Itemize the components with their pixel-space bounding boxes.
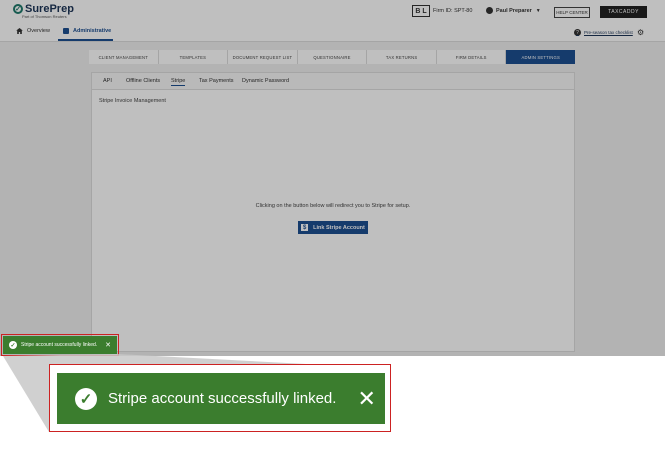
- user-name: Paul Preparer: [496, 7, 532, 14]
- tab-admin-settings[interactable]: ADMIN SETTINGS: [506, 50, 576, 64]
- page-body: CLIENT MANAGEMENT TEMPLATES DOCUMENT REQ…: [0, 42, 665, 356]
- checklist-label: Pre-season tax checklist: [584, 30, 633, 35]
- sub-tab-dynamic-password[interactable]: Dynamic Password: [242, 78, 289, 84]
- tab-questionnaire[interactable]: QUESTIONNAIRE: [297, 50, 368, 64]
- home-icon: [16, 28, 23, 34]
- settings-card: API Offline Clients Stripe Tax Payments …: [91, 72, 575, 352]
- check-circle-logo-icon: ✓: [13, 4, 23, 14]
- dollar-icon: $: [301, 224, 309, 231]
- nav-overview-label: Overview: [27, 28, 50, 34]
- settings-sub-tabs: API Offline Clients Stripe Tax Payments …: [92, 73, 574, 90]
- admin-icon: [63, 28, 69, 34]
- tab-document-request-list[interactable]: DOCUMENT REQUEST LIST: [228, 50, 298, 64]
- logo: ✓ SurePrep: [13, 3, 74, 15]
- active-nav-indicator: [58, 39, 113, 41]
- sub-tab-stripe[interactable]: Stripe: [171, 78, 186, 86]
- tab-client-management[interactable]: CLIENT MANAGEMENT: [89, 50, 159, 64]
- check-circle-icon: ✓: [75, 387, 97, 410]
- main-nav: Overview Administrative ? Pre-season tax…: [0, 25, 665, 42]
- zoomed-toast-message: Stripe account successfully linked.: [108, 390, 337, 407]
- redirect-text: Clicking on the button below will redire…: [255, 203, 411, 209]
- tab-firm-details[interactable]: FIRM DETAILS: [436, 50, 507, 64]
- zoomed-success-toast: ✓ Stripe account successfully linked. ✕: [57, 373, 385, 424]
- brand-sub: Part of Thomson Reuters: [22, 14, 67, 19]
- gear-icon[interactable]: ⚙: [637, 28, 644, 37]
- chevron-down-icon: ▼: [535, 7, 541, 14]
- nav-administrative-label: Administrative: [73, 28, 112, 34]
- sub-tab-api[interactable]: API: [103, 78, 112, 84]
- brand-name: SurePrep: [25, 3, 74, 15]
- pre-season-checklist-link[interactable]: ? Pre-season tax checklist: [574, 29, 633, 36]
- app-screen: ✓ SurePrep Part of Thomson Reuters B L F…: [0, 0, 665, 356]
- sub-tab-offline-clients[interactable]: Offline Clients: [126, 78, 160, 84]
- zoomed-toast-frame: ✓ Stripe account successfully linked. ✕: [49, 364, 391, 432]
- nav-overview[interactable]: Overview: [16, 28, 50, 34]
- sub-tab-tax-payments[interactable]: Tax Payments: [199, 78, 234, 84]
- firm-logo-badge: B L: [412, 5, 430, 17]
- tab-tax-returns[interactable]: TAX RETURNS: [367, 50, 437, 64]
- close-icon[interactable]: ✕: [357, 387, 375, 410]
- header: ✓ SurePrep Part of Thomson Reuters B L F…: [0, 0, 665, 25]
- question-icon: ?: [574, 29, 581, 36]
- help-center-button[interactable]: HELP CENTER: [554, 7, 590, 18]
- admin-tabs: CLIENT MANAGEMENT TEMPLATES DOCUMENT REQ…: [89, 50, 576, 64]
- tab-templates[interactable]: TEMPLATES: [158, 50, 229, 64]
- section-title: Stripe Invoice Management: [99, 98, 166, 104]
- user-menu[interactable]: Paul Preparer ▼: [486, 7, 541, 14]
- link-stripe-account-button[interactable]: $ Link Stripe Account: [298, 221, 368, 234]
- link-stripe-label: Link Stripe Account: [313, 224, 365, 231]
- toast-highlight-frame: [1, 334, 119, 356]
- user-icon: [486, 7, 493, 14]
- nav-administrative[interactable]: Administrative: [63, 28, 111, 34]
- taxcaddy-button[interactable]: TAXCADDY: [600, 6, 647, 18]
- firm-id: Firm ID: SPT-80: [433, 8, 473, 14]
